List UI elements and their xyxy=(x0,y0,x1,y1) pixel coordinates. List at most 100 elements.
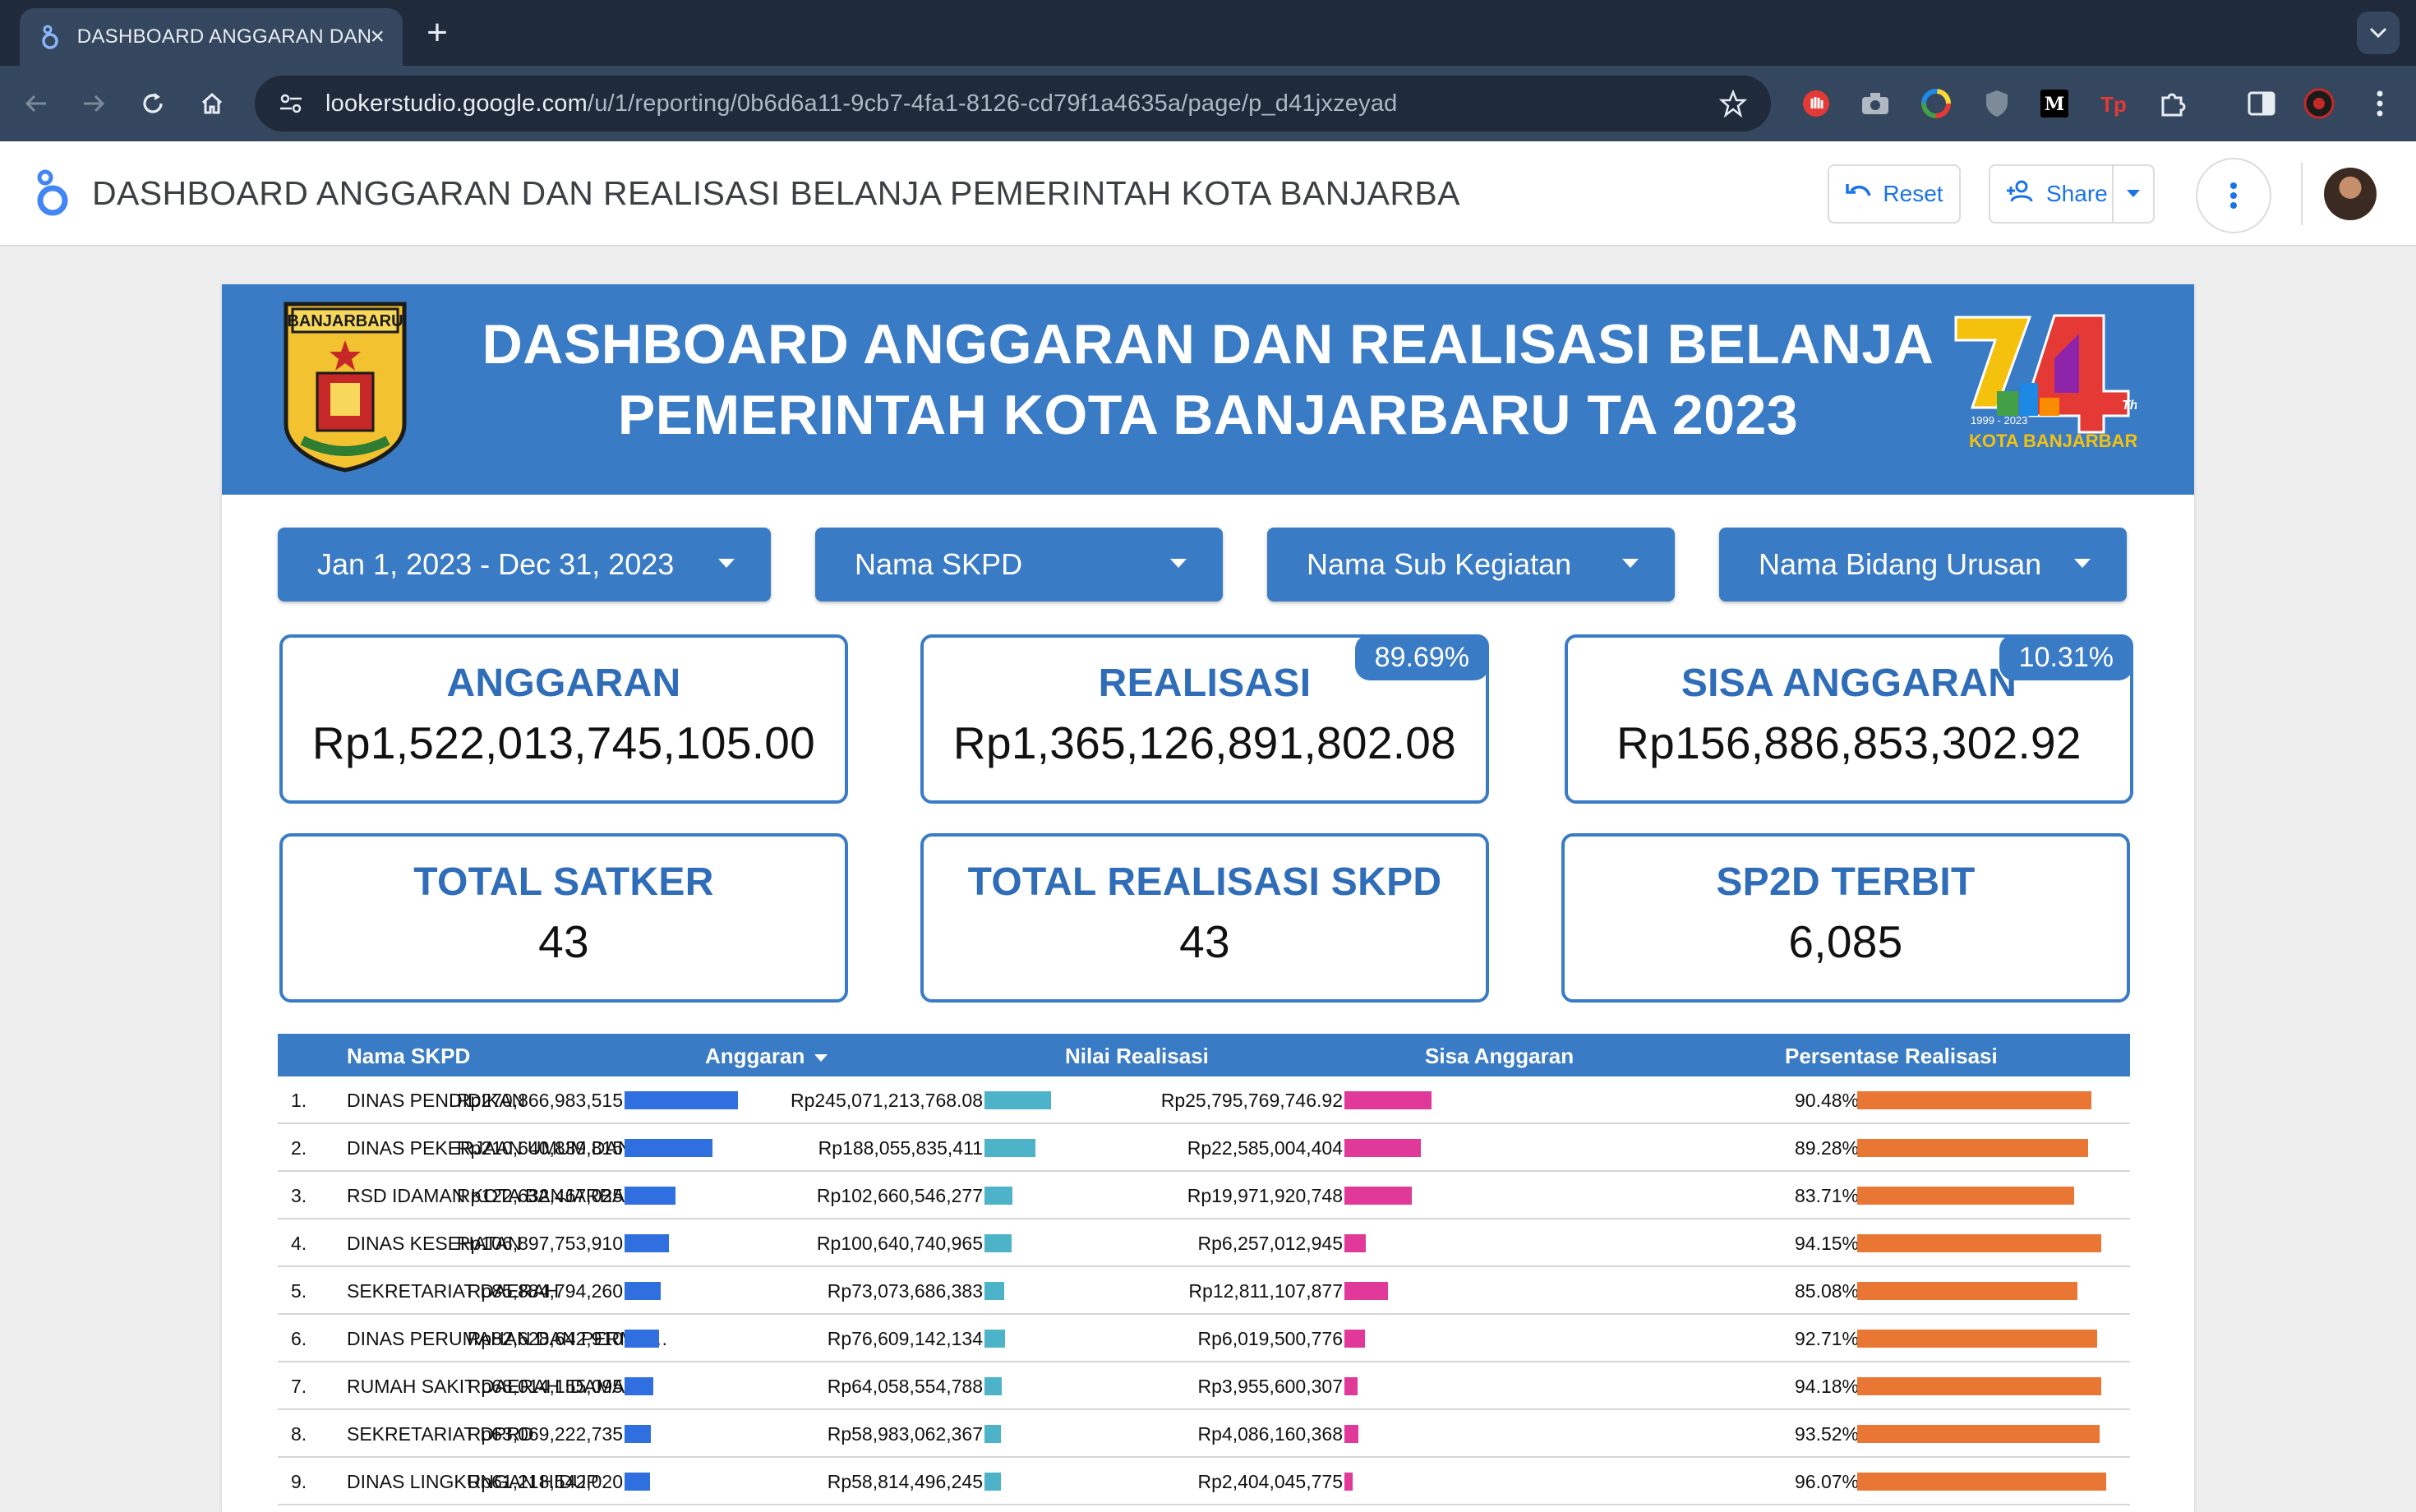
realisasi-percent-badge: 89.69% xyxy=(1354,634,1489,680)
persentase-bar xyxy=(1857,1234,2101,1252)
total-realisasi-skpd-value: 43 xyxy=(1179,916,1230,967)
sisa-value-cell: Rp6,257,012,945 xyxy=(1197,1233,1344,1254)
realisasi-value-cell: Rp64,058,554,788 xyxy=(827,1376,983,1397)
share-divider xyxy=(2112,166,2114,222)
realisasi-bar xyxy=(984,1425,1001,1443)
profile-extension-icon[interactable] xyxy=(2303,87,2335,120)
anggaran-bar xyxy=(625,1282,661,1300)
skpd-dropdown-icon xyxy=(1170,559,1187,568)
browser-tab[interactable]: DASHBOARD ANGGARAN DAN REALISASI BELANJA… xyxy=(20,8,403,66)
table-row[interactable]: 5. SEKRETARIAT DAERAH Rp85,884,794,260 Rp73… xyxy=(278,1267,2130,1315)
realisasi-bar xyxy=(984,1377,1002,1395)
table-row[interactable]: 2. DINAS PEKERJAAN UMUM DAN PE… Rp210,640,… xyxy=(278,1124,2130,1172)
persentase-bar xyxy=(1857,1425,2100,1443)
header-nama-skpd[interactable]: Nama SKPD xyxy=(347,1044,470,1069)
sisa-bar xyxy=(1344,1330,1365,1348)
tab-title: DASHBOARD ANGGARAN DAN REALISASI BELANJA xyxy=(76,25,371,48)
tab-search-chevron-icon[interactable] xyxy=(2357,12,2400,54)
looker-studio-logo-icon[interactable] xyxy=(31,168,72,219)
sisa-value-cell: Rp19,971,920,748 xyxy=(1187,1185,1343,1206)
sub-kegiatan-filter[interactable]: Nama Sub Kegiatan xyxy=(1267,528,1675,602)
dashboard-banner: BANJARBARU DASHBOARD ANGGARAN DAN REALIS… xyxy=(222,284,2194,495)
sisa-value-cell: Rp6,019,500,776 xyxy=(1197,1328,1344,1349)
header-sisa-anggaran[interactable]: Sisa Anggaran xyxy=(1425,1044,1574,1069)
user-avatar[interactable] xyxy=(2324,168,2377,220)
anggaran-value-cell: Rp68,014,155,095 xyxy=(467,1376,623,1397)
svg-text:M: M xyxy=(2045,94,2064,115)
back-arrow-icon[interactable] xyxy=(15,82,58,125)
table-row[interactable]: 8. SEKRETARIAT DPRD Rp63,069,222,735 Rp58,9… xyxy=(278,1410,2130,1458)
anggaran-bar xyxy=(625,1234,669,1252)
report-title[interactable]: DASHBOARD ANGGARAN DAN REALISASI BELANJA… xyxy=(92,174,1460,213)
realisasi-value-cell: Rp73,073,686,383 xyxy=(827,1280,983,1302)
shield-extension-icon[interactable] xyxy=(1980,87,2013,120)
medium-extension-icon[interactable]: M xyxy=(2038,87,2071,120)
skpd-filter-label: Nama SKPD xyxy=(855,547,1023,581)
date-range-filter[interactable]: Jan 1, 2023 - Dec 31, 2023 xyxy=(278,528,771,602)
sort-descending-icon xyxy=(814,1053,828,1062)
header-nilai-realisasi[interactable]: Nilai Realisasi xyxy=(1065,1044,1209,1069)
realisasi-bar xyxy=(984,1091,1051,1109)
home-icon[interactable] xyxy=(191,82,233,125)
sisa-value-cell: Rp4,086,160,368 xyxy=(1197,1423,1344,1445)
table-row[interactable]: 3. RSD IDAMAN KOTA BANJARBARU (… Rp122,632… xyxy=(278,1172,2130,1219)
url-path: /u/1/reporting/0b6d6a11-9cb7-4fa1-8126-c… xyxy=(587,90,1398,117)
svg-text:Tp: Tp xyxy=(2100,92,2127,117)
persentase-bar xyxy=(1857,1330,2097,1348)
bidang-urusan-filter[interactable]: Nama Bidang Urusan xyxy=(1719,528,2127,602)
persentase-value-cell: 94.18% xyxy=(1795,1376,1860,1397)
close-tab-icon[interactable]: × xyxy=(370,25,385,49)
tp-extension-icon[interactable]: Tp xyxy=(2097,87,2130,120)
table-row[interactable]: 4. DINAS KESEHATAN Rp106,897,753,910 Rp100,… xyxy=(278,1219,2130,1267)
table-row[interactable]: 9. DINAS LINGKUNGAN HIDUP Rp61,218,542,020… xyxy=(278,1458,2130,1505)
table-row[interactable]: 1. DINAS PENDIDIKAN Rp270,866,983,515 Rp245… xyxy=(278,1076,2130,1124)
banner-title-line-2: PEMERINTAH KOTA BANJARBARU TA 2023 xyxy=(617,384,1799,446)
sisa-value-cell: Rp3,955,600,307 xyxy=(1197,1376,1344,1397)
header-anggaran-label: Anggaran xyxy=(705,1044,805,1068)
looker-studio-favicon-icon xyxy=(38,25,62,49)
row-number: 7. xyxy=(291,1376,307,1397)
more-options-icon[interactable] xyxy=(2196,158,2271,233)
table-row[interactable]: 6. DINAS PERUMAHAN DAN PERMUKI… Rp82,628,6… xyxy=(278,1315,2130,1362)
adblock-extension-icon[interactable] xyxy=(1800,87,1833,120)
bookmark-star-icon[interactable] xyxy=(1717,87,1750,120)
anggaran-value: Rp1,522,013,745,105.00 xyxy=(311,717,816,768)
side-panel-icon[interactable] xyxy=(2245,87,2278,120)
color-picker-extension-icon[interactable] xyxy=(1920,87,1953,120)
looker-studio-header: DASHBOARD ANGGARAN DAN REALISASI BELANJA… xyxy=(0,141,2416,247)
sisa-value-cell: Rp2,404,045,775 xyxy=(1197,1471,1344,1492)
header-divider xyxy=(2301,163,2303,225)
header-persentase-realisasi[interactable]: Persentase Realisasi xyxy=(1785,1044,1998,1069)
persentase-bar xyxy=(1857,1139,2088,1157)
address-bar[interactable]: lookerstudio.google.com/u/1/reporting/0b… xyxy=(255,76,1771,131)
realisasi-value-cell: Rp100,640,740,965 xyxy=(816,1233,983,1254)
reset-button[interactable]: Reset xyxy=(1828,164,1961,224)
anggaran-bar xyxy=(625,1139,712,1157)
anggaran-value-cell: Rp210,640,839,815 xyxy=(456,1137,623,1159)
row-number: 3. xyxy=(291,1185,307,1206)
new-tab-icon[interactable]: + xyxy=(419,15,455,51)
sp2d-terbit-label: SP2D TERBIT xyxy=(1716,860,1976,904)
sp2d-terbit-scorecard: SP2D TERBIT 6,085 xyxy=(1561,833,2130,1003)
share-button[interactable]: Share xyxy=(1989,164,2155,224)
anggaran-value-cell: Rp270,866,983,515 xyxy=(456,1090,623,1111)
forward-arrow-icon[interactable] xyxy=(72,82,115,125)
skpd-filter[interactable]: Nama SKPD xyxy=(815,528,1223,602)
camera-extension-icon[interactable] xyxy=(1859,87,1892,120)
share-dropdown-chevron-icon[interactable] xyxy=(2122,182,2145,205)
skpd-table: Nama SKPD Anggaran Nilai Realisasi Sisa … xyxy=(278,1034,2130,1505)
browser-menu-icon[interactable] xyxy=(2363,87,2396,120)
date-range-label: Jan 1, 2023 - Dec 31, 2023 xyxy=(317,547,675,581)
extensions-puzzle-icon[interactable] xyxy=(2156,87,2189,120)
table-row[interactable]: 7. RUMAH SAKIT DAERAH IDAMAN Rp68,014,155,… xyxy=(278,1362,2130,1410)
site-settings-icon[interactable] xyxy=(274,87,307,120)
persentase-value-cell: 90.48% xyxy=(1795,1090,1860,1111)
header-anggaran[interactable]: Anggaran xyxy=(705,1044,828,1069)
sisa-bar xyxy=(1344,1187,1412,1205)
realisasi-bar xyxy=(984,1473,1001,1491)
reload-icon[interactable] xyxy=(131,82,174,125)
sisa-bar xyxy=(1344,1377,1358,1395)
anggaran-value-cell: Rp85,884,794,260 xyxy=(467,1280,623,1302)
persentase-bar xyxy=(1857,1377,2101,1395)
report-canvas: BANJARBARU DASHBOARD ANGGARAN DAN REALIS… xyxy=(222,284,2194,1512)
